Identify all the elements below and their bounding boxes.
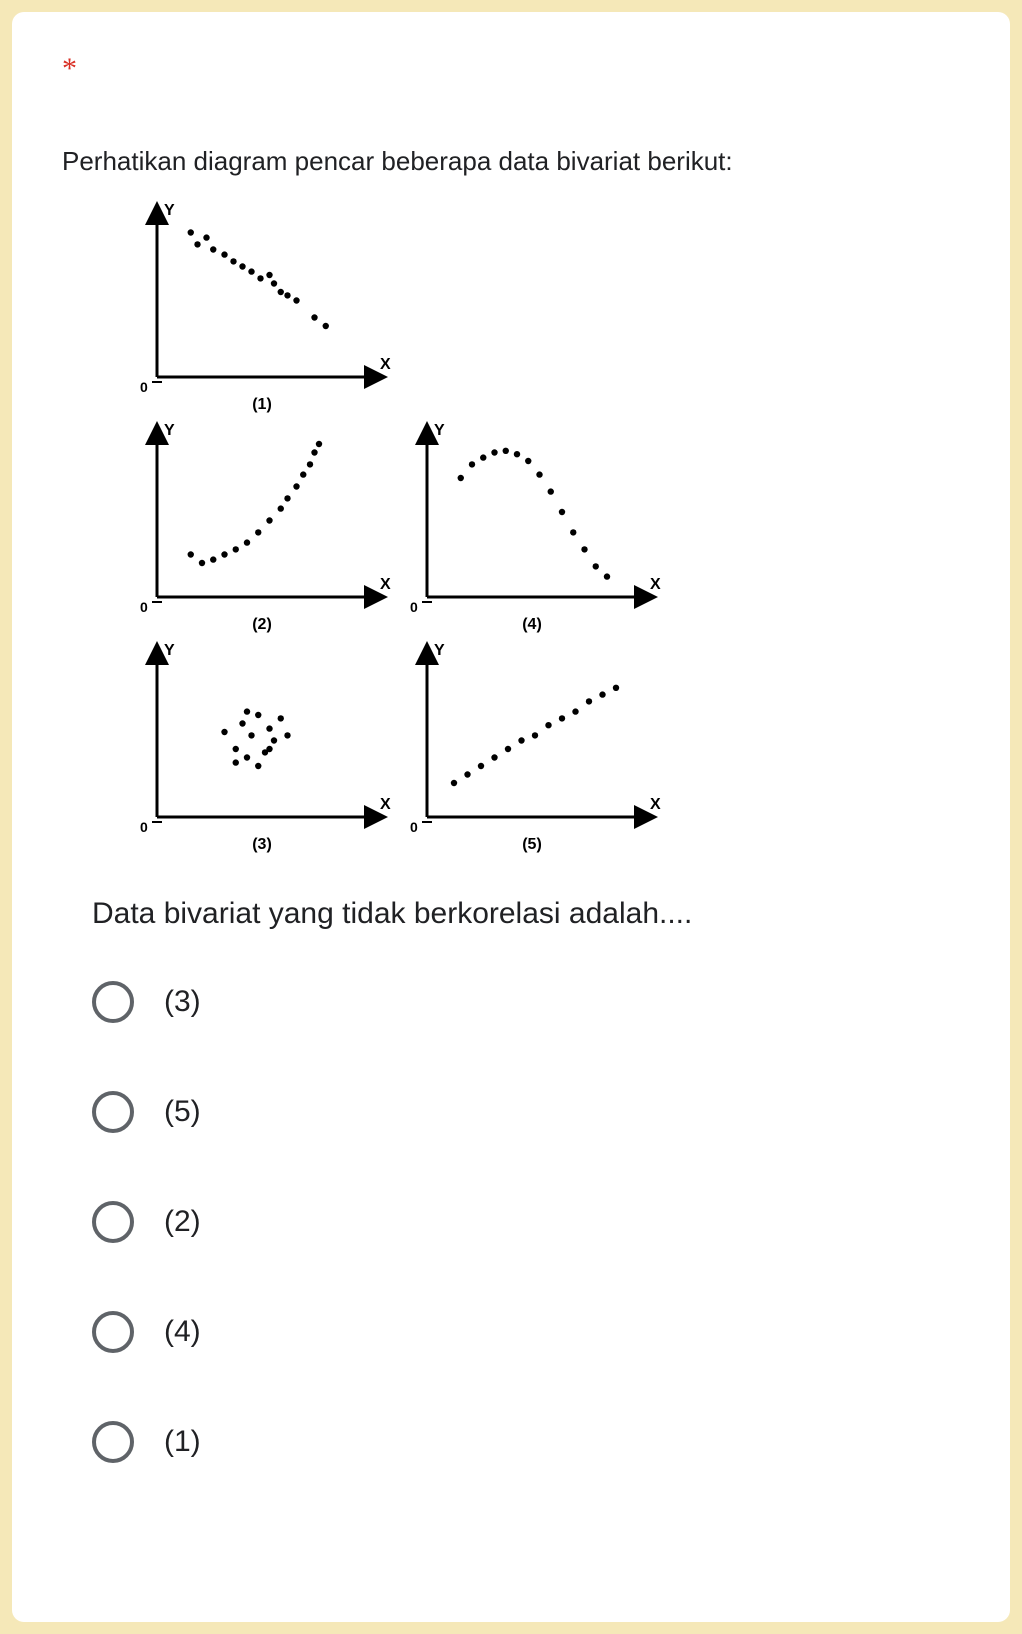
option-2[interactable]: (2) (92, 1201, 960, 1243)
scatter-plot-1: X Y 0 (1) (132, 197, 402, 417)
svg-text:0: 0 (410, 599, 418, 615)
svg-text:(5): (5) (522, 836, 542, 853)
svg-text:(2): (2) (252, 616, 272, 633)
svg-text:X: X (380, 796, 391, 813)
scatter-plot-3: X Y 0 (3) (132, 637, 402, 857)
option-1[interactable]: (1) (92, 1421, 960, 1463)
svg-text:X: X (380, 356, 391, 373)
question-followup: Data bivariat yang tidak berkorelasi ada… (92, 897, 960, 931)
svg-text:0: 0 (410, 819, 418, 835)
svg-text:Y: Y (164, 422, 175, 439)
option-label: (5) (164, 1095, 201, 1129)
svg-text:(3): (3) (252, 836, 272, 853)
option-5[interactable]: (5) (92, 1091, 960, 1133)
question-intro: Perhatikan diagram pencar beberapa data … (62, 146, 960, 177)
svg-text:0: 0 (140, 599, 148, 615)
question-card: * Perhatikan diagram pencar beberapa dat… (12, 12, 1010, 1622)
option-label: (3) (164, 985, 201, 1019)
radio-icon (92, 1091, 134, 1133)
svg-text:(4): (4) (522, 616, 542, 633)
required-marker: * (62, 52, 960, 86)
svg-text:X: X (650, 796, 661, 813)
svg-text:0: 0 (140, 819, 148, 835)
radio-icon (92, 1201, 134, 1243)
svg-text:(1): (1) (252, 396, 272, 413)
svg-text:Y: Y (434, 422, 445, 439)
radio-icon (92, 981, 134, 1023)
option-3[interactable]: (3) (92, 981, 960, 1023)
option-label: (4) (164, 1315, 201, 1349)
options-group: (3) (5) (2) (4) (1) (92, 981, 960, 1463)
radio-icon (92, 1311, 134, 1353)
radio-icon (92, 1421, 134, 1463)
svg-text:Y: Y (164, 202, 175, 219)
svg-text:X: X (380, 576, 391, 593)
svg-text:Y: Y (164, 642, 175, 659)
option-label: (2) (164, 1205, 201, 1239)
svg-text:X: X (650, 576, 661, 593)
scatter-plot-2: X Y 0 (2) (132, 417, 402, 637)
scatter-plot-5: X Y 0 (5) (402, 637, 672, 857)
svg-text:0: 0 (140, 379, 148, 395)
svg-text:Y: Y (434, 642, 445, 659)
option-label: (1) (164, 1425, 201, 1459)
option-4[interactable]: (4) (92, 1311, 960, 1353)
scatter-plot-4: X Y 0 (4) (402, 417, 672, 637)
scatter-diagrams-container: X Y 0 (1) X Y 0 ( (132, 197, 960, 857)
